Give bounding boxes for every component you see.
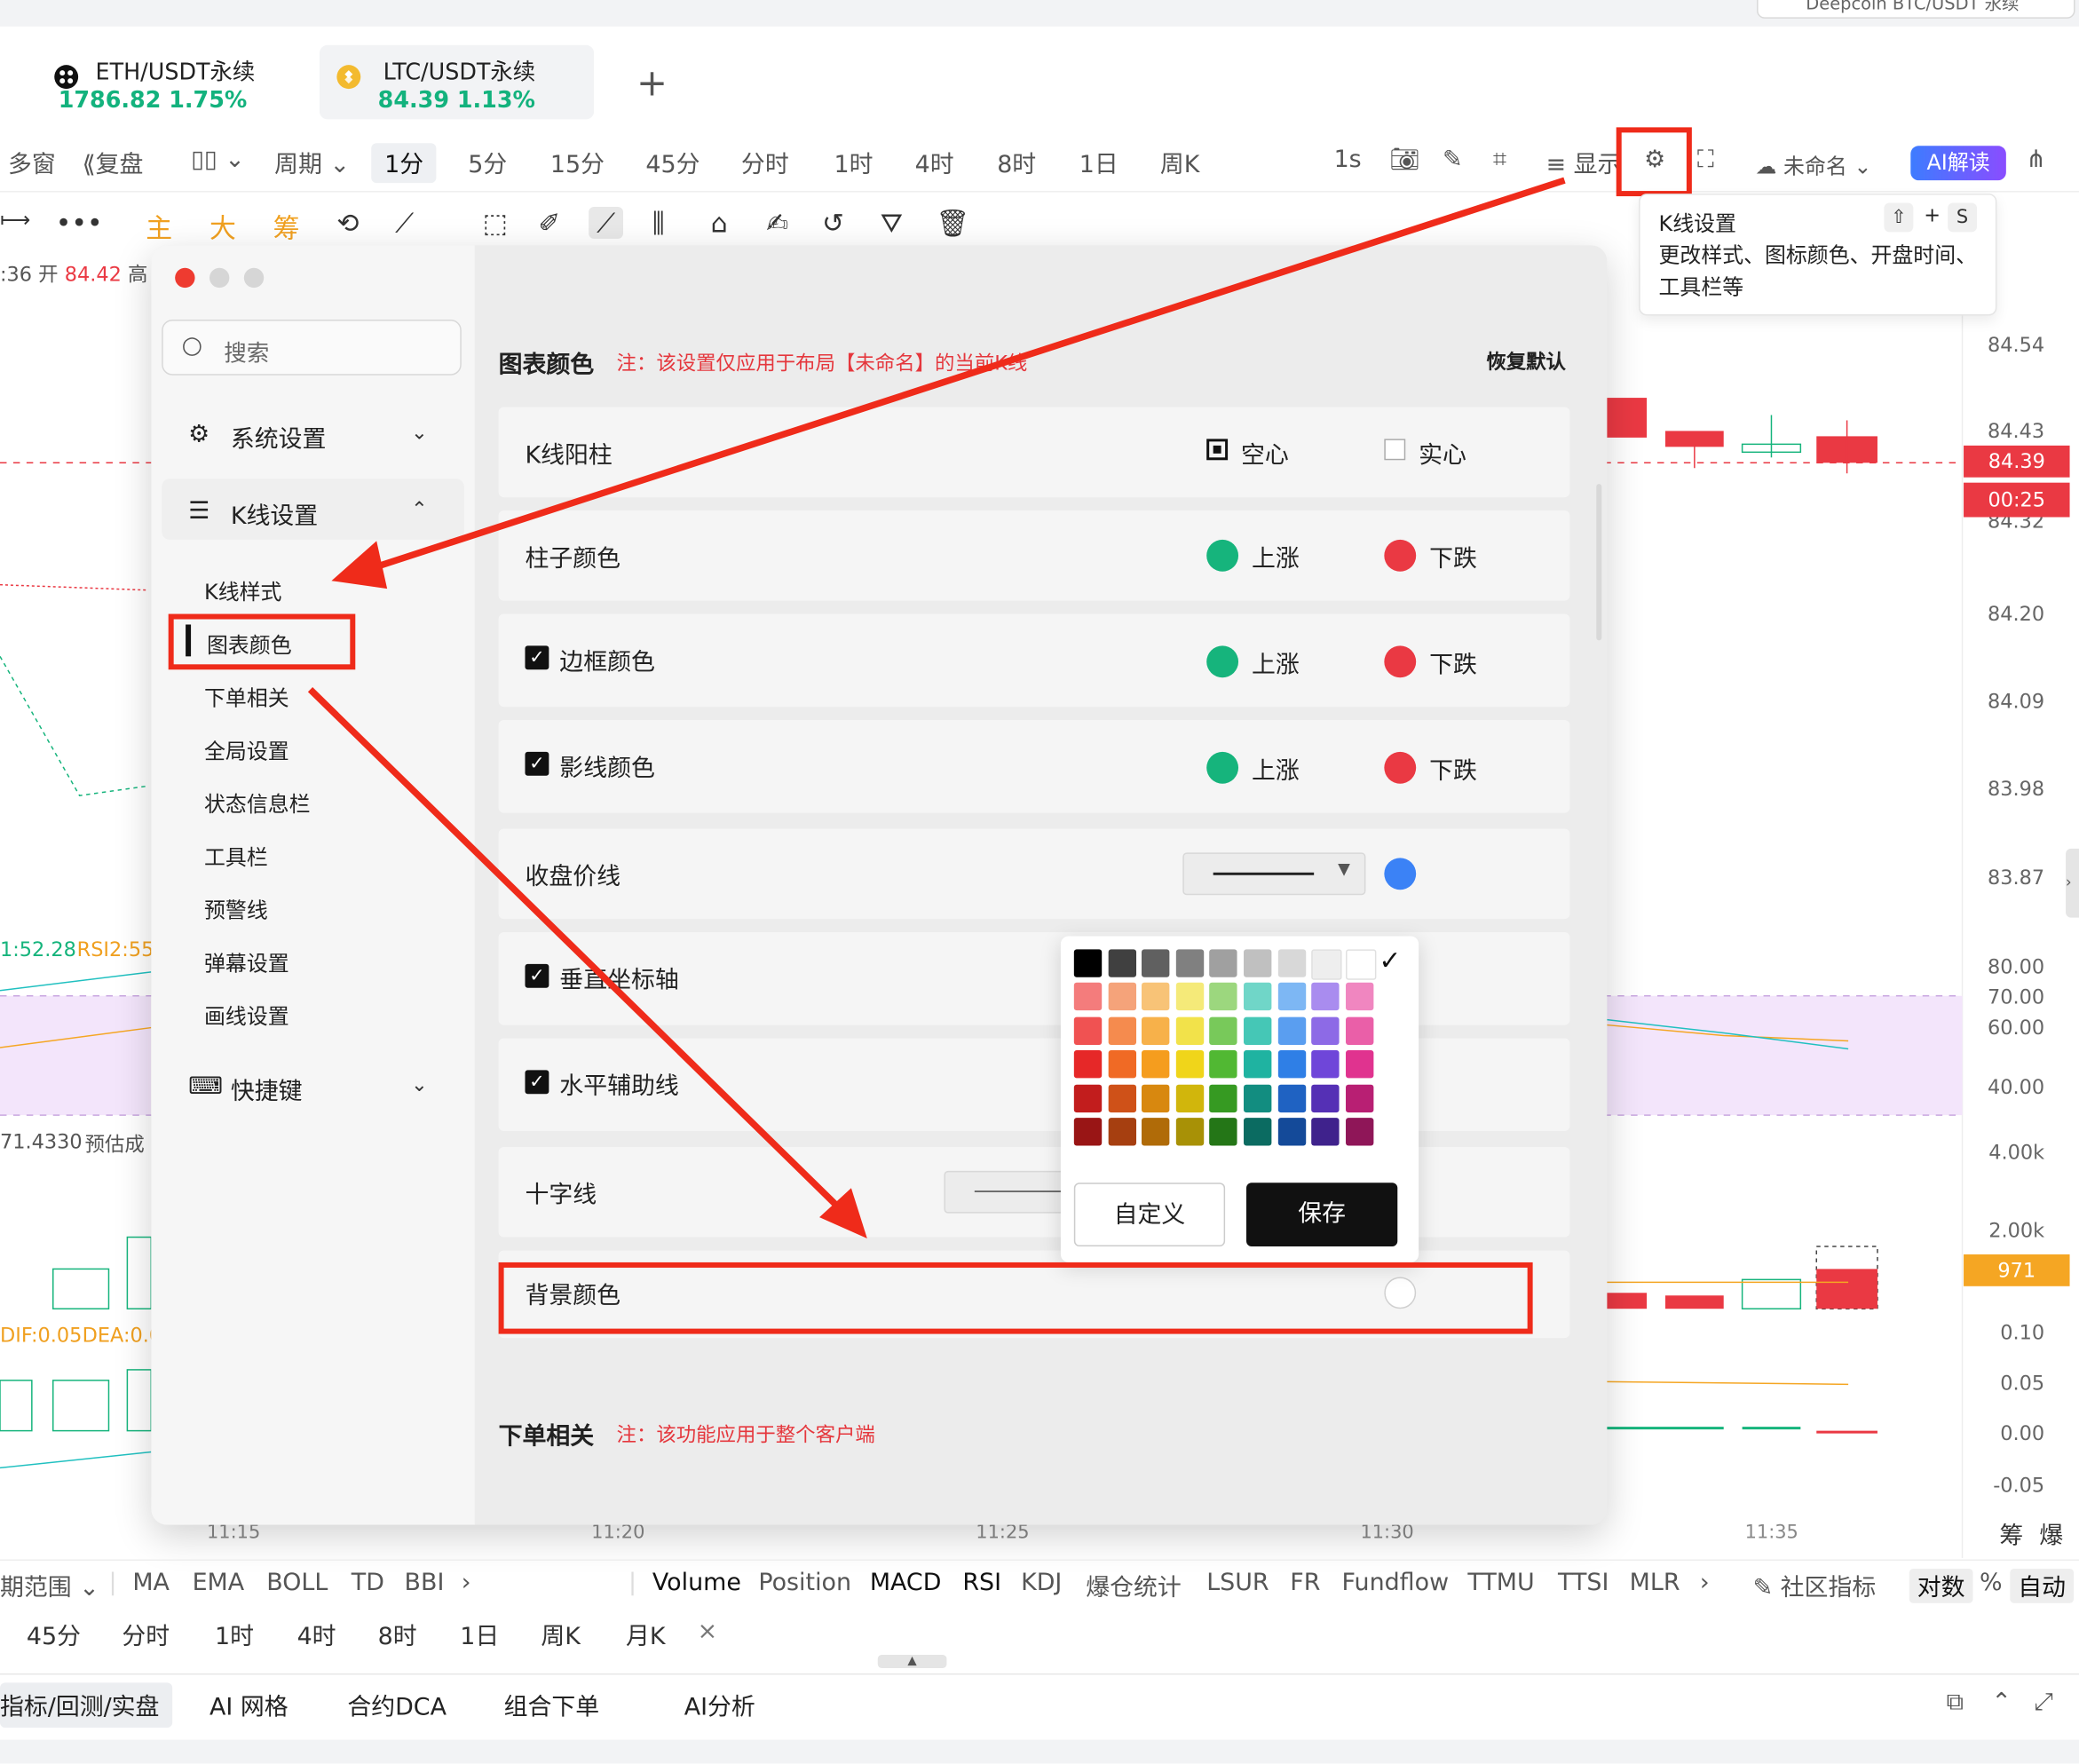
divider: | (628, 1568, 637, 1597)
community-indicators-button[interactable]: ✎ 社区指标 (1753, 1569, 1877, 1603)
range-label: 期范围 (0, 1573, 72, 1602)
indicator-fr[interactable]: FR (1290, 1569, 1320, 1596)
indicator-fundflow[interactable]: Fundflow (1342, 1569, 1450, 1596)
indicator-bbi[interactable]: BBI (405, 1569, 445, 1596)
log-scale-toggle[interactable]: 对数 (1909, 1568, 1973, 1603)
timeframe-1w[interactable]: 周K (541, 1618, 581, 1652)
bottom-strip (0, 1739, 2079, 1764)
tab-combo-order[interactable]: 组合下单 (504, 1688, 600, 1722)
timeframe-4h[interactable]: 4时 (297, 1618, 336, 1652)
tab-ai-analysis[interactable]: AI分析 (684, 1688, 755, 1722)
indicator-liquidation[interactable]: 爆仓统计 (1086, 1569, 1182, 1603)
expand-icon[interactable]: ⤢ (2034, 1688, 2053, 1715)
tab-ai-grid[interactable]: AI 网格 (209, 1688, 289, 1722)
annotation-arrows (307, 177, 1566, 1239)
chevron-right-icon[interactable]: › (462, 1569, 471, 1596)
chevron-right-icon[interactable]: › (1700, 1569, 1710, 1596)
indicator-ttsi[interactable]: TTSI (1558, 1569, 1609, 1596)
timeframe-time[interactable]: 分时 (122, 1618, 170, 1652)
edit-icon: ✎ (1752, 1573, 1774, 1602)
range-select[interactable]: 期范围 ⌄ (0, 1569, 99, 1603)
indicator-ttmu[interactable]: TTMU (1467, 1569, 1534, 1596)
indicator-lsur[interactable]: LSUR (1206, 1569, 1269, 1596)
bottom-tool-bar: 指标/回测/实盘 AI 网格 合约DCA 组合下单 AI分析 ⧉ ⌃ ⤢ (0, 1673, 2079, 1742)
popout-icon[interactable]: ⧉ (1947, 1688, 1964, 1715)
indicator-ma[interactable]: MA (132, 1569, 170, 1596)
timeframe-1d[interactable]: 1日 (460, 1618, 499, 1652)
close-icon[interactable]: × (698, 1618, 718, 1645)
chevron-up-icon[interactable]: ⌃ (1991, 1688, 2012, 1715)
auto-scale-toggle[interactable]: 自动 (2010, 1568, 2075, 1603)
indicator-volume[interactable]: Volume (652, 1569, 741, 1596)
percent-scale-toggle[interactable]: % (1980, 1569, 2003, 1596)
chevron-down-icon: ⌄ (79, 1573, 99, 1602)
tab-contract-dca[interactable]: 合约DCA (347, 1688, 447, 1722)
indicator-boll[interactable]: BOLL (266, 1569, 328, 1596)
timeframe-1mo[interactable]: 月K (626, 1618, 666, 1652)
indicator-ema[interactable]: EMA (193, 1569, 245, 1596)
timeframe-8h[interactable]: 8时 (378, 1618, 417, 1652)
indicator-kdj[interactable]: KDJ (1021, 1569, 1062, 1596)
community-label: 社区指标 (1780, 1573, 1877, 1602)
indicator-mlr[interactable]: MLR (1630, 1569, 1680, 1596)
arrow-line-settings-to-sidebar (373, 177, 1566, 571)
timeframe-1h[interactable]: 1时 (215, 1618, 254, 1652)
divider: | (108, 1568, 117, 1597)
arrow-line-color-to-background (307, 687, 846, 1214)
timeframe-bar: 45分 分时 1时 4时 8时 1日 周K 月K × (0, 1612, 742, 1657)
indicator-macd[interactable]: MACD (870, 1569, 942, 1596)
panel-resize-handle[interactable]: ▲ (877, 1655, 947, 1668)
timeframe-45m[interactable]: 45分 (27, 1618, 81, 1652)
indicator-position[interactable]: Position (758, 1569, 851, 1596)
tab-indicator-backtest[interactable]: 指标/回测/实盘 (0, 1682, 173, 1728)
indicator-td[interactable]: TD (352, 1569, 384, 1596)
indicator-bar: 期范围 ⌄ | MA EMA BOLL TD BBI › | Volume Po… (0, 1559, 2079, 1608)
indicator-rsi[interactable]: RSI (962, 1569, 1001, 1596)
arrow-head-sidebar (331, 541, 388, 589)
